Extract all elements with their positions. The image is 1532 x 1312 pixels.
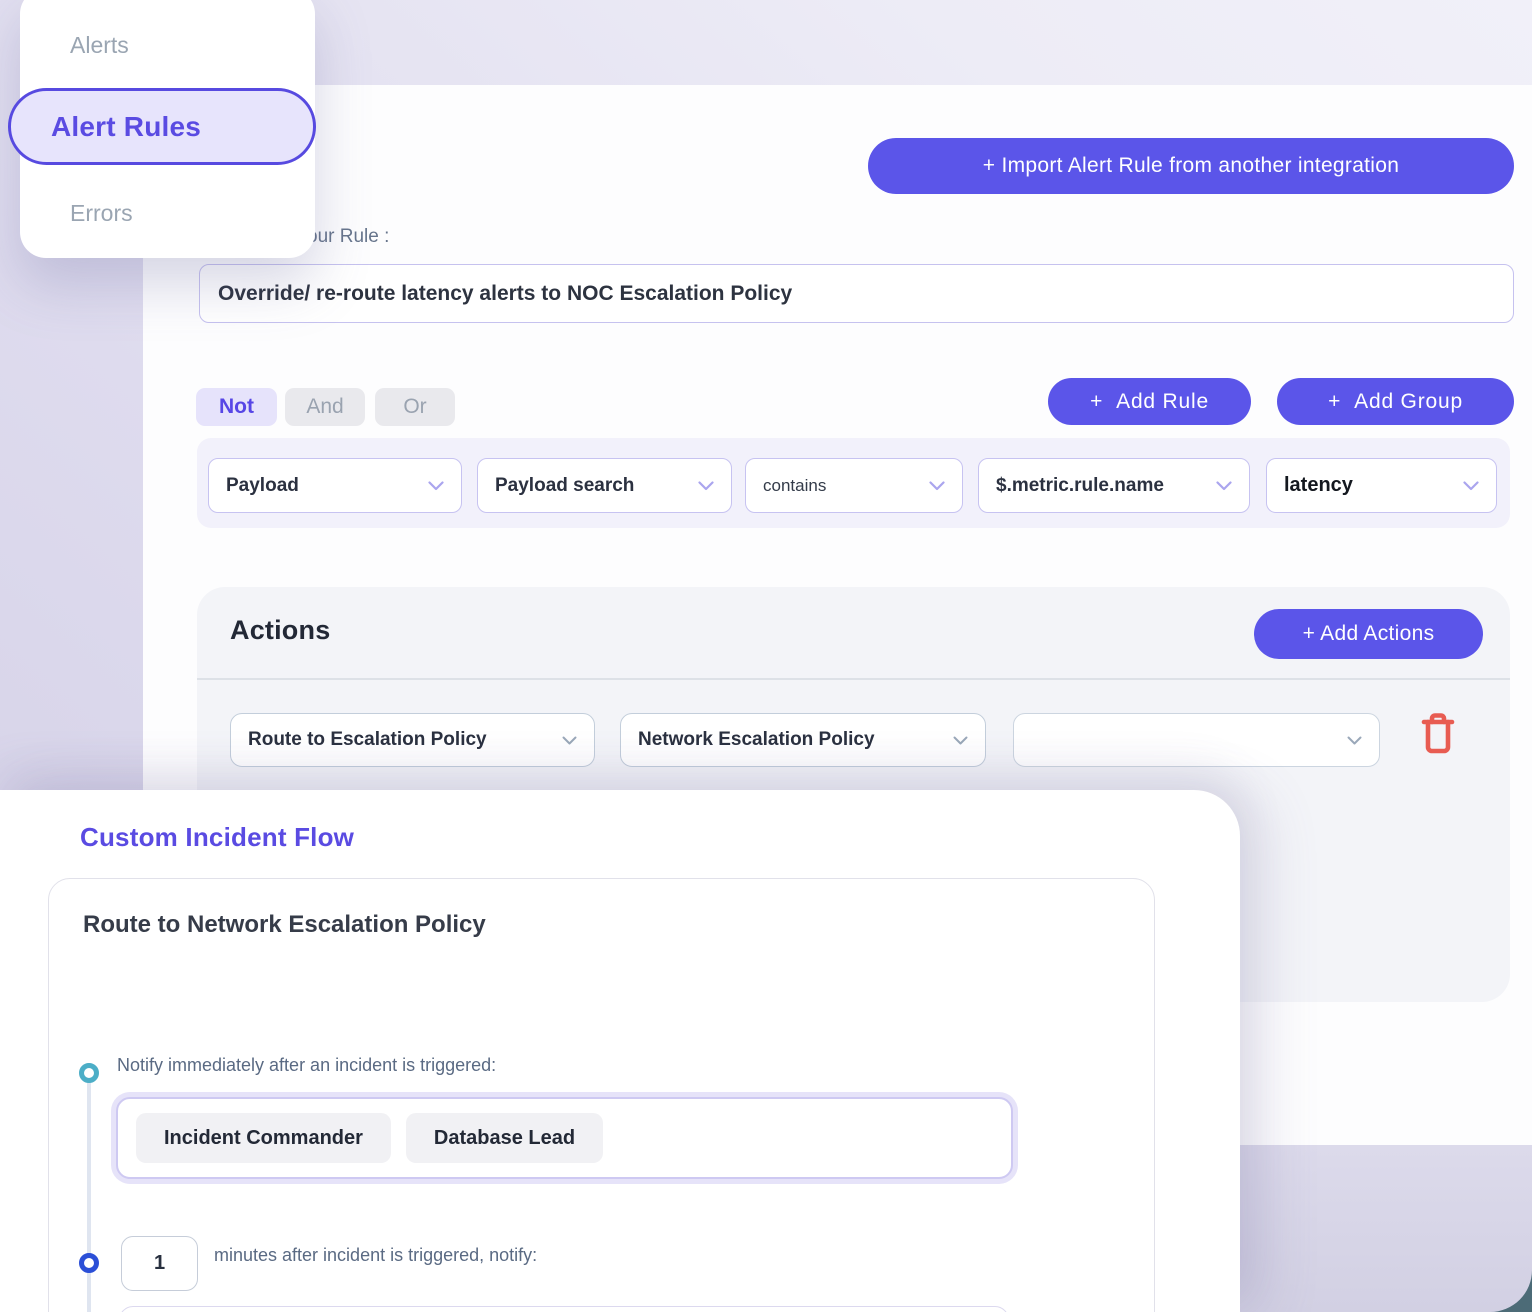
nav-item-errors[interactable]: Errors (70, 200, 133, 227)
plus-icon: + (1328, 390, 1341, 414)
import-alert-rule-button[interactable]: + Import Alert Rule from another integra… (868, 138, 1514, 194)
step1-label: Notify immediately after an incident is … (117, 1055, 496, 1076)
rule-name-input[interactable] (199, 264, 1514, 323)
escalation-policy-select[interactable]: Network Escalation Policy (620, 713, 986, 767)
step2-minutes-input[interactable] (121, 1236, 198, 1291)
add-group-label: Add Group (1354, 390, 1463, 414)
incident-flow-card-title: Route to Network Escalation Policy (83, 911, 486, 939)
trash-icon (1421, 712, 1455, 754)
condition-field-select[interactable]: Payload search (477, 458, 732, 513)
condition-value-value: latency (1284, 474, 1353, 497)
chevron-down-icon (1216, 481, 1232, 491)
extra-option-select[interactable] (1013, 713, 1380, 767)
chevron-down-icon (953, 736, 968, 745)
step2-label: minutes after incident is triggered, not… (214, 1245, 537, 1266)
add-group-button[interactable]: + Add Group (1277, 378, 1514, 425)
nav-item-alerts[interactable]: Alerts (70, 32, 129, 59)
nav-item-alert-rules[interactable]: Alert Rules (8, 88, 316, 165)
plus-icon: + (1090, 390, 1103, 414)
custom-incident-flow-title: Custom Incident Flow (80, 822, 354, 853)
condition-field-value: Payload search (495, 475, 634, 497)
operator-and-button[interactable]: And (285, 388, 365, 426)
actions-title: Actions (230, 615, 330, 646)
chevron-down-icon (929, 481, 945, 491)
rule-name-label: our Rule : (307, 226, 389, 248)
operator-not-button[interactable]: Not (196, 388, 277, 426)
condition-source-value: Payload (226, 475, 299, 497)
custom-incident-flow-panel: Custom Incident Flow Route to Network Es… (0, 790, 1240, 1312)
step2-notify-targets-input[interactable]: Comms Lead (119, 1306, 1009, 1312)
nav-item-alert-rules-label: Alert Rules (51, 111, 201, 143)
timeline-connector (87, 1081, 91, 1312)
notify-chip[interactable]: Incident Commander (136, 1113, 391, 1163)
add-actions-button[interactable]: + Add Actions (1254, 609, 1483, 659)
timeline-step2-marker-icon (79, 1253, 99, 1273)
app-screen: Actions + Add Actions Route to Escalatio… (0, 0, 1532, 1312)
chevron-down-icon (1463, 481, 1479, 491)
condition-operator-value: contains (763, 476, 826, 496)
action-type-select[interactable]: Route to Escalation Policy (230, 713, 595, 767)
chevron-down-icon (1347, 736, 1362, 745)
add-rule-button[interactable]: + Add Rule (1048, 378, 1251, 425)
condition-value-select[interactable]: latency (1266, 458, 1497, 513)
chevron-down-icon (698, 481, 714, 491)
actions-divider (197, 678, 1510, 680)
incident-flow-card: Route to Network Escalation Policy Notif… (48, 878, 1155, 1312)
step1-notify-targets-input[interactable]: Incident Commander Database Lead (116, 1097, 1013, 1179)
condition-row: Payload Payload search contains $.metric… (197, 438, 1510, 528)
background-lavender-block (1240, 1145, 1532, 1312)
condition-path-select[interactable]: $.metric.rule.name (978, 458, 1250, 513)
condition-path-value: $.metric.rule.name (996, 475, 1164, 497)
notify-chip[interactable]: Database Lead (406, 1113, 603, 1163)
condition-source-select[interactable]: Payload (208, 458, 462, 513)
delete-action-button[interactable] (1418, 709, 1458, 757)
add-rule-label: Add Rule (1116, 390, 1209, 414)
condition-operator-select[interactable]: contains (745, 458, 963, 513)
action-type-value: Route to Escalation Policy (248, 729, 487, 751)
operator-or-button[interactable]: Or (375, 388, 455, 426)
chevron-down-icon (428, 481, 444, 491)
timeline-step1-marker-icon (79, 1063, 99, 1083)
escalation-policy-value: Network Escalation Policy (638, 729, 875, 751)
chevron-down-icon (562, 736, 577, 745)
